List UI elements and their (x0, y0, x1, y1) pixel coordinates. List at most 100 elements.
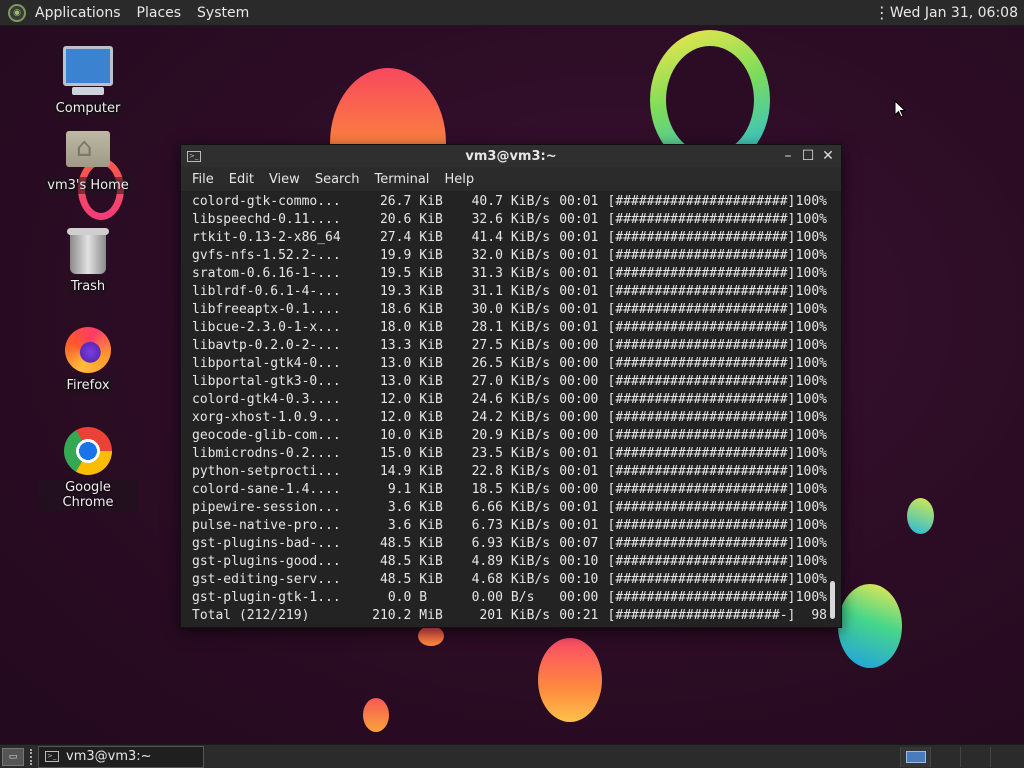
pkg-name: libmicrodns-0.2.... (192, 446, 341, 461)
pkg-name: libspeechd-0.11.... (192, 212, 341, 227)
terminal-titlebar[interactable]: >_ vm3@vm3:~ – ☐ ✕ (181, 145, 841, 167)
panel-menu-dots-icon[interactable]: ⋮ (874, 4, 890, 20)
show-desktop-button[interactable]: ▭ (2, 747, 24, 766)
desktop-icon-label: Trash (67, 278, 109, 295)
maximize-icon[interactable]: ☐ (801, 149, 815, 163)
workspace-4[interactable] (990, 746, 1020, 767)
pkg-rate: 6.66 (471, 500, 503, 515)
terminal-window[interactable]: >_ vm3@vm3:~ – ☐ ✕ File Edit View Search… (180, 144, 842, 628)
terminal-scrollbar[interactable] (828, 191, 838, 627)
workspace-3[interactable] (960, 746, 990, 767)
terminal-line: libavtp-0.2.0-2-... 13.3 KiB 27.5 KiB/s 00:00… (192, 337, 827, 355)
pkg-progress-bar: [######################] (607, 338, 796, 353)
pkg-rate: 6.73 (471, 518, 503, 533)
desktop-icon-chrome[interactable]: Google Chrome (38, 427, 138, 511)
pkg-progress-bar: [######################] (607, 266, 796, 281)
pkg-size: 14.9 (379, 464, 412, 479)
menu-edit[interactable]: Edit (229, 172, 254, 187)
pkg-rate: 40.7 (471, 194, 503, 209)
menu-search[interactable]: Search (315, 172, 360, 187)
desktop-icon-computer[interactable]: Computer (38, 46, 138, 117)
pkg-size-unit: KiB (419, 536, 443, 551)
pkg-progress-bar: [######################] (607, 374, 796, 389)
pkg-size-unit: KiB (419, 410, 443, 425)
wallpaper-shape (907, 498, 934, 534)
terminal-line: colord-gtk-commo... 26.7 KiB 40.7 KiB/s 00:01… (192, 193, 827, 211)
computer-icon (63, 46, 113, 95)
close-icon[interactable]: ✕ (821, 149, 835, 163)
pkg-rate-unit: KiB/s (510, 338, 551, 353)
pkg-rate: 22.8 (471, 464, 503, 479)
pkg-percent: 100% (795, 356, 827, 371)
terminal-line: rtkit-0.13-2-x86_64 27.4 KiB 41.4 KiB/s 00:01… (192, 229, 827, 247)
panel-grip[interactable] (30, 748, 34, 765)
scrollbar-thumb[interactable] (830, 581, 835, 619)
pkg-percent: 100% (795, 590, 827, 605)
pkg-rate-unit: KiB/s (510, 464, 551, 479)
menu-terminal[interactable]: Terminal (374, 172, 429, 187)
terminal-output[interactable]: colord-gtk-commo... 26.7 KiB 40.7 KiB/s 00:01… (181, 191, 827, 627)
pkg-rate-unit: KiB/s (510, 554, 551, 569)
desktop-icon-trash[interactable]: Trash (38, 228, 138, 295)
home-folder-icon (66, 131, 110, 167)
taskbar-item-terminal[interactable]: >_ vm3@vm3:~ (38, 745, 204, 768)
pkg-size: 18.0 (379, 320, 412, 335)
pkg-name: sratom-0.6.16-1-... (192, 266, 341, 281)
pkg-progress-bar: [######################] (607, 284, 796, 299)
pkg-rate: 18.5 (471, 482, 503, 497)
pkg-size-unit: KiB (419, 554, 443, 569)
pkg-rate-unit: KiB/s (510, 518, 551, 533)
pkg-size: 19.9 (379, 248, 412, 263)
terminal-line: pipewire-session... 3.6 KiB 6.66 KiB/s 00:01 [… (192, 499, 827, 517)
menu-system[interactable]: System (197, 5, 249, 21)
pkg-percent: 100% (795, 374, 827, 389)
pkg-rate: 32.6 (471, 212, 503, 227)
pkg-rate-unit: KiB/s (510, 266, 551, 281)
pkg-time: 00:01 (559, 446, 599, 461)
minimize-icon[interactable]: – (781, 149, 795, 163)
pkg-name: Total (212/219) (192, 608, 310, 623)
wallpaper-shape (418, 626, 444, 646)
pkg-size: 13.0 (379, 356, 412, 371)
pkg-rate-unit: KiB/s (510, 230, 551, 245)
pkg-rate: 6.93 (471, 536, 503, 551)
distro-logo-icon[interactable]: ◉ (8, 3, 26, 22)
desktop-icon-firefox[interactable]: Firefox (38, 327, 138, 394)
chrome-icon (64, 427, 112, 475)
menu-help[interactable]: Help (444, 172, 474, 187)
menu-view[interactable]: View (269, 172, 300, 187)
pkg-rate-unit: KiB/s (510, 212, 551, 227)
pkg-time: 00:00 (559, 374, 599, 389)
pkg-progress-bar: [######################] (607, 464, 796, 479)
menu-applications[interactable]: Applications (35, 5, 121, 21)
pkg-time: 00:01 (559, 500, 599, 515)
pkg-progress-bar: [#####################-] (607, 608, 796, 623)
terminal-line: gst-plugin-gtk-1... 0.0 B 0.00 B/s 00:00 [####… (192, 589, 827, 607)
pkg-size-unit: B (419, 590, 428, 605)
pkg-name: gvfs-nfs-1.52.2-... (192, 248, 341, 263)
pkg-size: 9.1 (387, 482, 412, 497)
pkg-size-unit: KiB (419, 302, 443, 317)
terminal-line: python-setprocti... 14.9 KiB 22.8 KiB/s 00:01… (192, 463, 827, 481)
terminal-menubar: File Edit View Search Terminal Help (181, 167, 841, 191)
menu-places[interactable]: Places (137, 5, 182, 21)
workspace-2[interactable] (930, 746, 960, 767)
pkg-time: 00:01 (559, 302, 599, 317)
desktop-icon-home[interactable]: vm3's Home (38, 131, 138, 194)
pkg-size: 19.3 (379, 284, 412, 299)
pkg-size: 48.5 (379, 572, 412, 587)
pkg-percent: 100% (795, 428, 827, 443)
menu-file[interactable]: File (192, 172, 214, 187)
pkg-size-unit: KiB (419, 464, 443, 479)
pkg-name: libportal-gtk4-0... (192, 356, 341, 371)
clock[interactable]: Wed Jan 31, 06:08 (890, 5, 1018, 21)
pkg-percent: 100% (795, 338, 827, 353)
pkg-size: 26.7 (379, 194, 412, 209)
pkg-size: 12.0 (379, 392, 412, 407)
desktop-icon-label: Firefox (63, 377, 113, 394)
pkg-progress-bar: [######################] (607, 320, 796, 335)
workspace-1[interactable] (900, 746, 930, 767)
pkg-rate-unit: KiB/s (510, 572, 551, 587)
pkg-rate-unit: KiB/s (510, 392, 551, 407)
pkg-progress-bar: [######################] (607, 410, 796, 425)
